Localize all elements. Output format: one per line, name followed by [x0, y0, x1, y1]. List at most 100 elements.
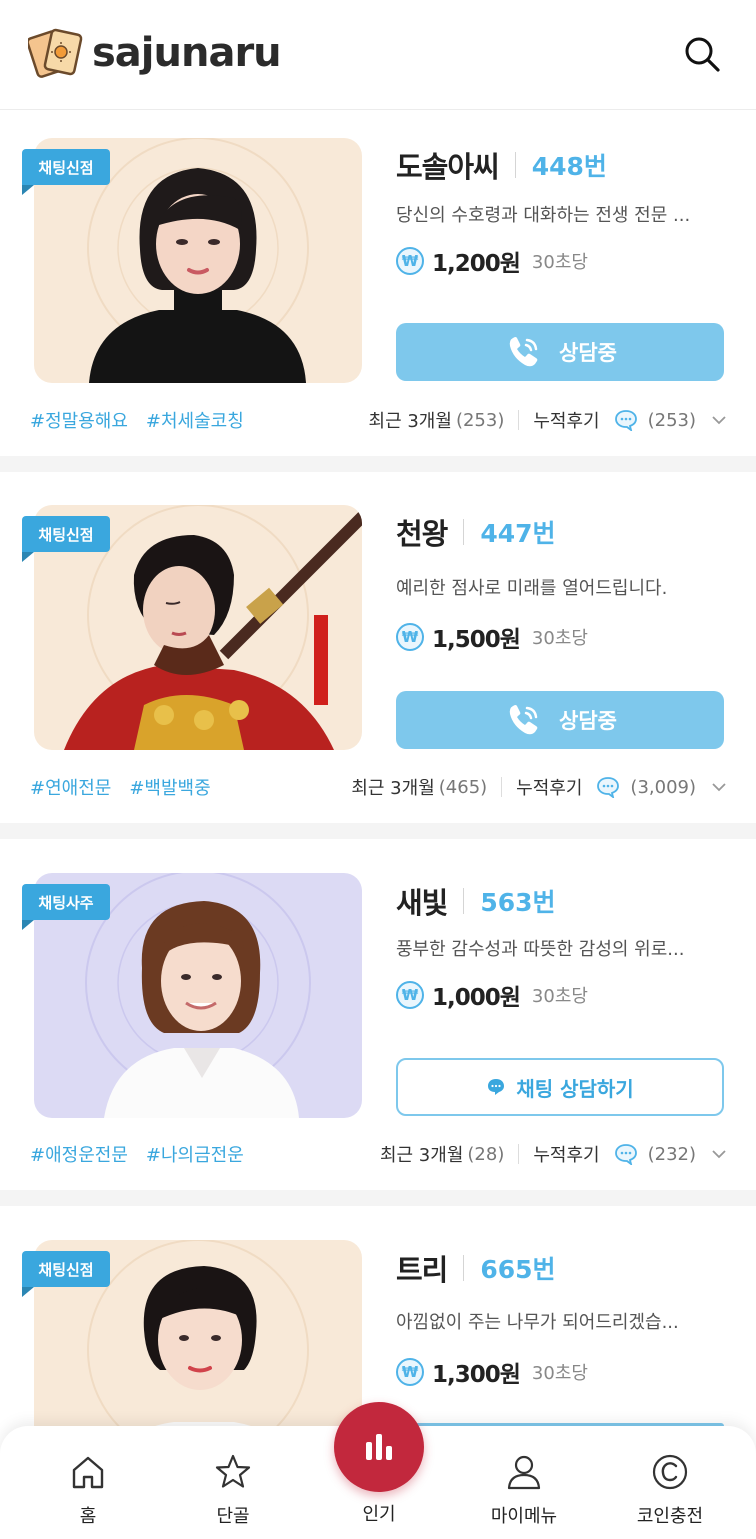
- bar-chart-icon: [366, 1434, 392, 1460]
- chevron-down-icon[interactable]: [710, 1145, 728, 1163]
- review-label: 누적후기: [533, 411, 600, 432]
- logo[interactable]: sajunaru: [28, 24, 282, 82]
- button-label: 채팅 상담하기: [516, 1076, 634, 1101]
- tag[interactable]: #정말용해요: [30, 407, 128, 433]
- counselor-card[interactable]: 채팅신점 트리 665번 아낌없이 주는 나무가 되어드리겠습... ₩ 1,3…: [0, 1206, 756, 1426]
- tag-list: #연애전문 #백발백중: [30, 772, 211, 802]
- nav-coin[interactable]: 코인충전: [610, 1426, 730, 1539]
- recent-count: (465): [438, 776, 488, 798]
- speech-bubble-icon: [597, 777, 620, 798]
- chat-consult-button[interactable]: 채팅 상담하기: [396, 1058, 724, 1116]
- speech-bubble-icon: [614, 410, 637, 431]
- divider: [514, 152, 516, 178]
- counselor-card[interactable]: 채팅신점 도솔아씨 448번 당신의 수호령과 대화하는 전생 전문 ... ₩…: [0, 111, 756, 456]
- review-stats: 최근 3개월 (253) 누적후기 (253): [369, 405, 728, 435]
- counselor-number: 665번: [480, 1255, 556, 1284]
- review-count: (253): [647, 409, 696, 431]
- counselor-description: 당신의 수호령과 대화하는 전생 전문 ...: [396, 205, 691, 226]
- recent-label: 최근 3개월: [351, 778, 435, 799]
- divider: [463, 888, 465, 914]
- counselor-card[interactable]: 채팅사주 새빛 563번 풍부한 감수성과 따뜻한 감성의 위로... ₩ 1,…: [0, 839, 756, 1190]
- tag-list: #애정운전문 #나의금전운: [30, 1139, 244, 1169]
- category-badge: 채팅사주: [22, 884, 110, 930]
- review-stats: 최근 3개월 (28) 누적후기 (232): [380, 1139, 728, 1169]
- button-label: 상담중: [559, 709, 617, 733]
- nav-label: 마이메뉴: [490, 1506, 558, 1527]
- nav-popular-button[interactable]: [334, 1402, 424, 1492]
- price-unit: 30초당: [531, 986, 588, 1007]
- price: 1,000원: [432, 985, 521, 1011]
- search-icon[interactable]: [682, 34, 722, 74]
- counselor-card[interactable]: 채팅신점 천왕 447번 예리한 점사로 미래를 열어드립니다. ₩ 1,500…: [0, 472, 756, 823]
- tarot-cards-logo-icon: [28, 28, 83, 78]
- category-badge: 채팅신점: [22, 516, 110, 562]
- button-label: 상담중: [559, 341, 617, 365]
- nav-home[interactable]: 홈: [28, 1426, 148, 1539]
- recent-label: 최근 3개월: [379, 1145, 464, 1166]
- app-header: sajunaru: [0, 0, 756, 110]
- recent-count: (253): [455, 409, 505, 431]
- recent-label: 최근 3개월: [368, 411, 452, 432]
- price: 1,500원: [432, 627, 521, 653]
- tag[interactable]: #애정운전문: [30, 1141, 128, 1167]
- divider: [518, 1144, 520, 1164]
- divider: [501, 777, 503, 797]
- price-unit: 30초당: [531, 1363, 588, 1384]
- review-count: (232): [647, 1143, 696, 1165]
- phone-icon: [509, 337, 538, 367]
- speech-bubble-icon: [614, 1144, 637, 1165]
- coin-icon: [652, 1454, 688, 1490]
- nav-mymenu[interactable]: 마이메뉴: [464, 1426, 584, 1539]
- name-row: 트리 665번: [396, 1246, 556, 1290]
- counselor-name: 트리: [396, 1253, 448, 1287]
- nav-label: 코인충전: [636, 1506, 704, 1527]
- counselor-number: 447번: [480, 519, 556, 548]
- category-badge: 채팅신점: [22, 149, 110, 195]
- consulting-button[interactable]: 상담중: [396, 323, 724, 381]
- consulting-button[interactable]: 상담중: [396, 691, 724, 749]
- phone-icon: [509, 705, 538, 735]
- tag-list: #정말용해요 #처세술코칭: [30, 405, 244, 435]
- chat-bubble-icon: [488, 1079, 505, 1095]
- counselor-name: 천왕: [396, 517, 448, 551]
- won-coin-icon: ₩: [396, 1358, 424, 1386]
- tag[interactable]: #나의금전운: [146, 1141, 244, 1167]
- home-icon: [72, 1456, 104, 1489]
- logo-text: sajunaru: [92, 30, 282, 76]
- price: 1,300원: [432, 1362, 521, 1388]
- won-coin-icon: ₩: [396, 981, 424, 1009]
- nav-label: 단골: [216, 1506, 250, 1527]
- nav-label-popular: 인기: [362, 1504, 396, 1525]
- divider: [463, 519, 465, 545]
- review-label: 누적후기: [533, 1145, 600, 1166]
- card-separator: [0, 456, 756, 472]
- chevron-down-icon[interactable]: [710, 411, 728, 429]
- price-unit: 30초당: [531, 252, 588, 273]
- chevron-down-icon[interactable]: [710, 778, 728, 796]
- counselor-description: 풍부한 감수성과 따뜻한 감성의 위로...: [396, 939, 685, 960]
- counselor-name: 새빛: [396, 886, 448, 920]
- price: 1,200원: [432, 251, 521, 277]
- card-separator: [0, 823, 756, 839]
- divider: [518, 410, 520, 430]
- price-row: ₩ 1,200원 30초당: [396, 244, 588, 278]
- counselor-description: 예리한 점사로 미래를 열어드립니다.: [396, 578, 668, 599]
- divider: [463, 1255, 465, 1281]
- review-label: 누적후기: [516, 778, 583, 799]
- user-icon: [507, 1455, 541, 1490]
- counselor-description: 아낌없이 주는 나무가 되어드리겠습...: [396, 1312, 679, 1333]
- name-row: 천왕 447번: [396, 510, 556, 554]
- category-badge: 채팅신점: [22, 1251, 110, 1297]
- tag[interactable]: #백발백중: [129, 774, 210, 800]
- counselor-number: 448번: [531, 152, 607, 181]
- star-icon: [215, 1454, 251, 1488]
- tag[interactable]: #처세술코칭: [146, 407, 244, 433]
- card-separator: [0, 1190, 756, 1206]
- review-stats: 최근 3개월 (465) 누적후기 (3,009): [351, 772, 728, 802]
- won-coin-icon: ₩: [396, 247, 424, 275]
- won-coin-icon: ₩: [396, 623, 424, 651]
- price-row: ₩ 1,500원 30초당: [396, 620, 588, 654]
- price-row: ₩ 1,300원 30초당: [396, 1355, 588, 1389]
- nav-favorite[interactable]: 단골: [173, 1426, 293, 1539]
- tag[interactable]: #연애전문: [30, 774, 111, 800]
